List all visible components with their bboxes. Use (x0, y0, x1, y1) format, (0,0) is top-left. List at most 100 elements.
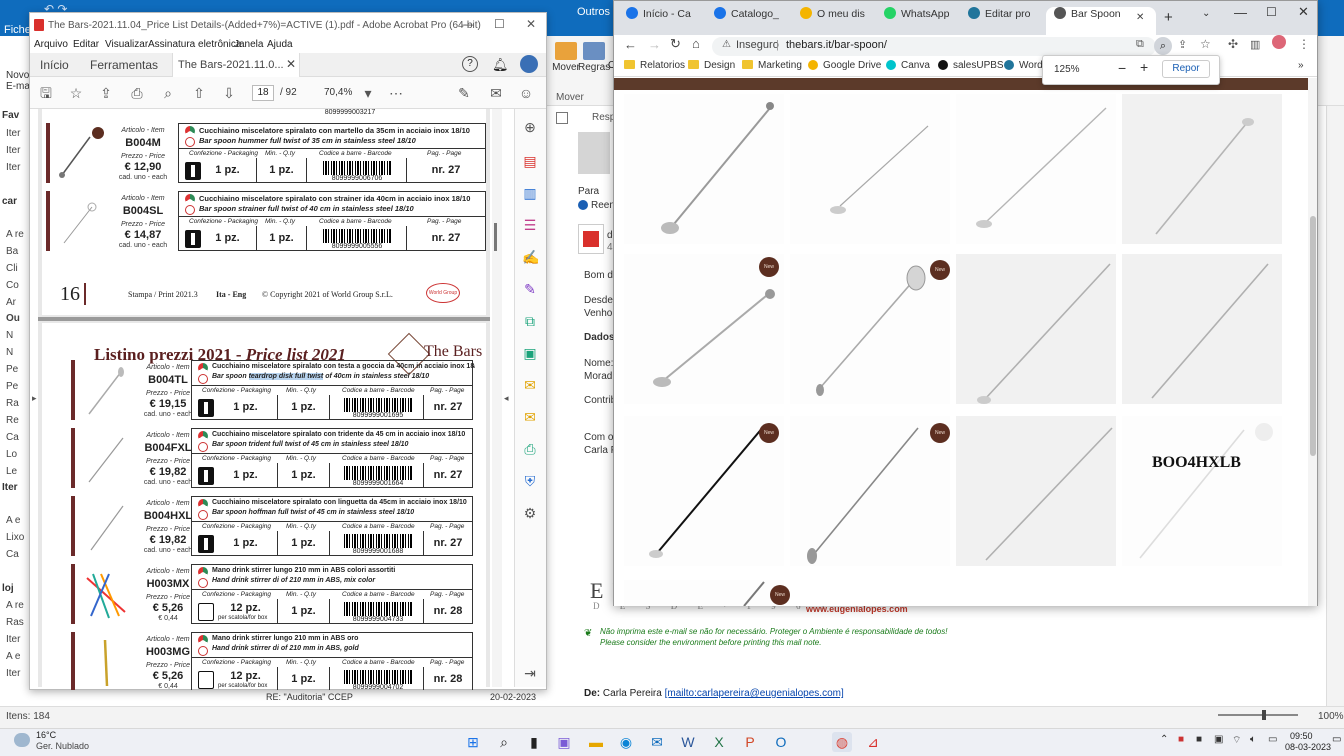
nav-item[interactable]: Iter (6, 162, 30, 173)
mail-icon[interactable]: ✉ (647, 732, 667, 752)
page-number-input[interactable]: 18 (252, 85, 274, 101)
nav-item[interactable]: Pe (6, 364, 30, 375)
nav-item[interactable]: A e (6, 651, 30, 662)
zoom-dropdown[interactable]: 70,4% (324, 87, 352, 98)
close-tab-icon[interactable]: ✕ (1136, 12, 1144, 23)
home-icon[interactable]: ⌂ (692, 36, 700, 51)
wifi-icon[interactable]: ⌔ (1232, 734, 1241, 747)
menu-dots-icon[interactable]: ⋮ (1298, 37, 1310, 51)
nav-item[interactable]: Iter (6, 128, 30, 139)
menu-assinatura[interactable]: Assinatura eletrônica (148, 39, 241, 50)
print-icon[interactable]: ⎙ (129, 85, 145, 101)
page-up-icon[interactable]: ⇧ (191, 85, 207, 101)
mail-icon[interactable]: ✉ (488, 85, 504, 101)
cloud-icon[interactable] (14, 733, 30, 747)
protect-icon[interactable]: ⛨ (522, 473, 538, 489)
teams-icon[interactable]: ▣ (554, 732, 574, 752)
nav-item[interactable]: A re (6, 600, 30, 611)
collapse-pane-icon[interactable]: ⇥ (522, 665, 538, 681)
page-scrollbar-thumb[interactable] (1310, 216, 1316, 456)
battery-icon[interactable]: ▭ (1268, 734, 1277, 745)
back-icon[interactable]: ← (624, 37, 637, 52)
bookmark-folder[interactable]: Relatorios (624, 60, 685, 71)
nav-item[interactable]: A e (6, 515, 30, 526)
nav-item[interactable]: A re (6, 229, 30, 240)
search-icon[interactable]: ⌕ (494, 732, 514, 752)
zoom-icon[interactable]: ⌕ (1154, 37, 1172, 55)
bookmark-folder[interactable]: Design (688, 60, 735, 71)
product-card[interactable] (956, 254, 1116, 404)
extensions-icon[interactable]: ✣ (1228, 37, 1238, 51)
browser-tab[interactable]: Editar pro (968, 7, 1048, 35)
menu-ficheiro[interactable]: Fiche (4, 24, 31, 36)
acrobat-icon[interactable]: ⊿ (863, 732, 883, 752)
maximize-icon[interactable]: ☐ (1266, 5, 1277, 19)
nav-item[interactable]: Lixo (6, 532, 30, 543)
request-signature-icon[interactable]: ✉ (522, 377, 538, 393)
nav-item[interactable]: Le (6, 466, 30, 477)
right-panel-toggle-icon[interactable]: ◂ (504, 393, 509, 404)
pdf-scrollbar-thumb[interactable] (494, 223, 497, 251)
close-icon[interactable]: ✕ (1298, 4, 1309, 20)
bell-icon[interactable]: 🔔︎ (492, 57, 509, 73)
new-email-label[interactable]: Novo (6, 70, 29, 81)
bookmark-link[interactable]: Google Drive (808, 60, 881, 71)
bookmark-link[interactable]: Word (1004, 60, 1043, 71)
translate-icon[interactable]: ⧉ (1136, 38, 1144, 51)
security-label[interactable]: Inseguro (736, 39, 779, 51)
clock-time[interactable]: 09:50 (1290, 731, 1313, 741)
product-card[interactable] (956, 94, 1116, 244)
compress-icon[interactable]: ▣ (522, 345, 538, 361)
chevron-down-icon[interactable]: ▾ (360, 85, 376, 101)
account-icon[interactable] (520, 55, 538, 73)
zoom-search-icon[interactable]: ⌕ (160, 85, 176, 101)
reload-icon[interactable]: ↻ (670, 36, 681, 52)
product-card[interactable] (790, 94, 950, 244)
combine-icon[interactable]: ⧉ (522, 313, 538, 329)
nav-item[interactable]: N (6, 330, 30, 341)
forward-icon[interactable]: → (648, 37, 661, 52)
menu-ajuda[interactable]: Ajuda (267, 39, 293, 50)
browser-tab[interactable]: Início - Ca (626, 7, 710, 35)
page-down-icon[interactable]: ⇩ (221, 85, 237, 101)
bookmark-link[interactable]: Canva (886, 60, 930, 71)
nav-item[interactable]: Ras (6, 617, 30, 628)
text-selection[interactable]: teardrop disk full twist (248, 373, 324, 380)
product-card[interactable] (1122, 416, 1282, 566)
close-icon[interactable]: ✕ (526, 17, 536, 31)
nav-item[interactable]: Co (6, 280, 30, 291)
browser-tab[interactable]: O meu dis (800, 7, 880, 35)
nav-favorites[interactable]: Fav (2, 110, 30, 121)
right-scrollbar[interactable] (1326, 106, 1344, 706)
scroll-up-icon[interactable] (556, 112, 568, 124)
nav-item[interactable]: Iter (6, 668, 30, 679)
nav-item[interactable]: Iter (6, 145, 30, 156)
product-card[interactable] (790, 416, 950, 566)
menu-arquivo[interactable]: Arquivo (34, 39, 68, 50)
tab-tools[interactable]: Ferramentas (90, 58, 158, 72)
from-email-link[interactable]: [mailto:carlapereira@eugenialopes.com] (665, 688, 844, 699)
maximize-icon[interactable]: ☐ (494, 17, 505, 31)
nav-item[interactable]: Ca (6, 432, 30, 443)
browser-tab[interactable]: WhatsApp (884, 7, 970, 35)
new-tab-icon[interactable]: + (1164, 9, 1173, 26)
fill-sign-icon[interactable]: ✍ (522, 249, 539, 265)
pdf-scrollbar[interactable] (492, 109, 502, 687)
nav-item[interactable]: Ba (6, 246, 30, 257)
edit-pdf-icon[interactable]: ✎ (522, 281, 538, 297)
nav-item[interactable]: Ar (6, 297, 30, 308)
menu-janela[interactable]: Janela (234, 39, 263, 50)
product-card[interactable] (1122, 94, 1282, 244)
outlook-icon[interactable]: O (771, 732, 791, 752)
attachment[interactable] (578, 224, 604, 254)
bookmark-star-icon[interactable]: ☆ (1200, 37, 1211, 51)
nav-group[interactable]: loj (2, 583, 30, 594)
bookmarks-overflow-icon[interactable]: » (1298, 60, 1304, 71)
tray-app-icon[interactable]: ■ (1196, 734, 1202, 745)
nav-item[interactable]: Ra (6, 398, 30, 409)
tab-search-icon[interactable]: ⌄ (1202, 8, 1210, 19)
nav-item[interactable]: Cli (6, 263, 30, 274)
bookmark-link[interactable]: salesUPBS (938, 60, 1004, 71)
ribbon-rules[interactable]: Regras (578, 42, 610, 73)
tray-app-icon[interactable]: ▣ (1214, 734, 1223, 745)
